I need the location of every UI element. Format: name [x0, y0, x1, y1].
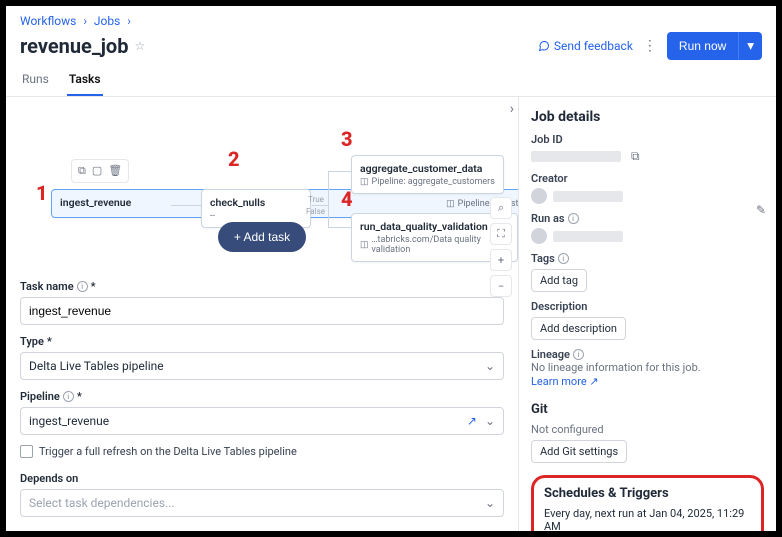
node-title: check_nulls: [210, 196, 302, 209]
creator-value: [553, 191, 623, 202]
breadcrumb: Workflows › Jobs ›: [6, 6, 776, 28]
job-id-label: Job ID: [531, 133, 764, 146]
add-task-button[interactable]: + Add task: [218, 222, 306, 252]
checkbox-icon: [20, 445, 33, 458]
edit-icon[interactable]: ✎: [756, 203, 766, 217]
clone-icon[interactable]: ⧉: [78, 164, 86, 178]
depends-on-select[interactable]: Select task dependencies... ⌄: [20, 489, 504, 517]
tab-runs[interactable]: Runs: [20, 64, 51, 96]
chat-icon: [538, 40, 550, 52]
learn-more-link[interactable]: Learn more ↗: [531, 375, 599, 388]
schedules-section: Schedules & Triggers Every day, next run…: [531, 475, 764, 531]
info-icon[interactable]: i: [63, 391, 74, 402]
node-toolbar: ⧉ ▢ 🗑: [71, 159, 129, 183]
external-link-icon[interactable]: ↗: [467, 414, 477, 428]
add-tag-button[interactable]: Add tag: [531, 269, 587, 292]
annotation-3: 3: [341, 127, 353, 151]
info-icon[interactable]: i: [77, 281, 88, 292]
chevron-down-icon: ⌄: [485, 414, 495, 428]
runas-label: Run as i: [531, 212, 764, 225]
full-refresh-checkbox[interactable]: Trigger a full refresh on the Delta Live…: [20, 445, 504, 458]
edge: [171, 205, 201, 206]
page-title: revenue_job: [20, 34, 128, 58]
delete-icon[interactable]: 🗑: [108, 164, 122, 178]
chevron-right-icon: ›: [83, 14, 87, 28]
avatar: [531, 188, 547, 204]
chevron-down-icon: ⌄: [485, 359, 495, 373]
add-description-button[interactable]: Add description: [531, 317, 626, 340]
send-feedback-link[interactable]: Send feedback: [538, 39, 633, 53]
creator-label: Creator: [531, 172, 764, 185]
copy-icon[interactable]: ▢: [92, 164, 102, 178]
info-icon[interactable]: i: [558, 253, 569, 264]
edge: [312, 205, 328, 206]
schedule-text: Every day, next run at Jan 04, 2025, 11:…: [544, 507, 751, 531]
edge: [328, 171, 351, 172]
task-name-input[interactable]: [20, 297, 504, 325]
node-title: ingest_revenue: [60, 196, 131, 209]
schedules-title: Schedules & Triggers: [544, 486, 751, 501]
job-id-value: [531, 151, 621, 162]
task-name-label: Task name i: [20, 280, 504, 293]
node-subtitle: ◫Pipeline: aggregate_customers: [360, 177, 495, 187]
lineage-text: No lineage information for this job.: [531, 361, 764, 374]
tags-label: Tags i: [531, 252, 764, 265]
annotation-1: 1: [36, 181, 48, 205]
run-now-button[interactable]: Run now: [667, 32, 738, 60]
runas-value: [553, 231, 623, 242]
job-details-panel: Job details Job ID ⧉ Creator Run as i ✎ …: [518, 97, 776, 531]
collapse-panel-icon[interactable]: ›: [510, 101, 514, 117]
lineage-label: Lineage i: [531, 348, 764, 361]
star-icon[interactable]: ☆: [134, 39, 145, 53]
chevron-down-icon: ⌄: [485, 496, 495, 510]
crumb-jobs[interactable]: Jobs: [94, 14, 120, 28]
annotation-2: 2: [228, 147, 240, 171]
description-label: Description: [531, 300, 764, 313]
panel-title: Job details: [531, 109, 764, 125]
task-node-aggregate[interactable]: aggregate_customer_data ◫Pipeline: aggre…: [351, 155, 504, 194]
copy-icon[interactable]: ⧉: [631, 149, 640, 164]
depends-on-label: Depends on: [20, 472, 504, 485]
crumb-workflows[interactable]: Workflows: [20, 14, 76, 28]
git-title: Git: [531, 402, 764, 417]
avatar: [531, 228, 547, 244]
git-status: Not configured: [531, 423, 764, 436]
info-icon[interactable]: i: [573, 349, 584, 360]
edge-label-true: True: [308, 195, 324, 204]
pipeline-select[interactable]: ingest_revenue ↗⌄: [20, 407, 504, 435]
pipeline-label: Pipeline i: [20, 390, 504, 403]
tab-tasks[interactable]: Tasks: [67, 64, 103, 96]
info-icon[interactable]: i: [568, 213, 579, 224]
chevron-right-icon: ›: [127, 14, 131, 28]
add-git-button[interactable]: Add Git settings: [531, 440, 627, 463]
task-type-select[interactable]: Delta Live Tables pipeline ⌄: [20, 352, 504, 380]
node-title: aggregate_customer_data: [360, 162, 495, 175]
more-menu-icon[interactable]: ⋮: [643, 38, 657, 54]
task-type-label: Type: [20, 335, 504, 348]
run-now-dropdown[interactable]: ▾: [738, 32, 762, 60]
task-graph-canvas[interactable]: › 1 2 3 4 ⧉ ▢ 🗑 ingest_revenue ◫Pipeline…: [6, 97, 518, 266]
zoom-out-icon[interactable]: −: [490, 275, 512, 297]
